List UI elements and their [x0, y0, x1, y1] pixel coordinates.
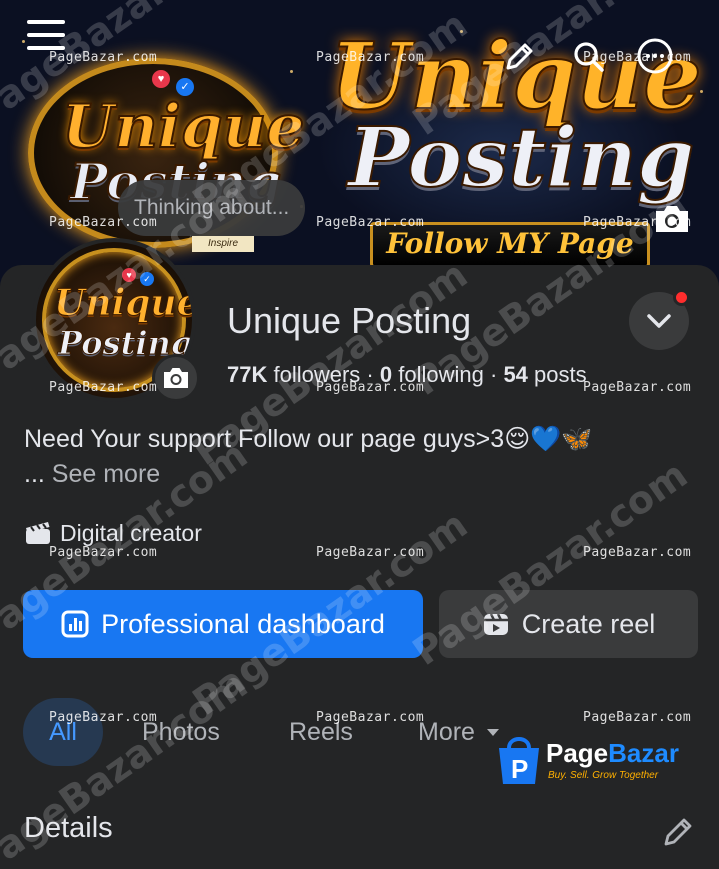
- stats-separator: ·: [489, 362, 498, 387]
- dashboard-icon: [61, 610, 89, 638]
- tab-more[interactable]: More: [418, 698, 500, 766]
- bio-text: Need Your support Follow our page guys>3…: [24, 425, 593, 453]
- svg-text:P: P: [511, 754, 528, 784]
- brand-name-part: Bazar: [608, 738, 679, 768]
- watermark-text: PageBazar.com: [583, 380, 692, 395]
- clapperboard-icon: [26, 522, 50, 544]
- tab-reels[interactable]: Reels: [289, 698, 353, 766]
- watermark-text: PageBazar.com: [583, 215, 692, 230]
- create-reel-label: Create reel: [521, 608, 656, 639]
- see-more-link[interactable]: See more: [52, 460, 160, 488]
- watermark-text: PageBazar.com: [316, 710, 425, 725]
- brand-tagline: Buy. Sell. Grow Together: [548, 770, 659, 781]
- pencil-icon[interactable]: [660, 814, 696, 850]
- watermark-text: PageBazar.com: [49, 380, 158, 395]
- brand-name-part: Page: [546, 738, 609, 768]
- watermark-text: PageBazar.com: [49, 215, 158, 230]
- watermark-text: PageBazar.com: [49, 710, 158, 725]
- tab-more-label: More: [418, 718, 475, 746]
- notification-dot: [673, 289, 690, 306]
- bio-see-more[interactable]: ... See more: [24, 458, 160, 491]
- heart-icon: ♥: [152, 70, 170, 88]
- bio-ellipsis: ...: [24, 460, 45, 488]
- watermark-text: PageBazar.com: [49, 545, 158, 560]
- tab-all[interactable]: All: [23, 698, 103, 766]
- posts-count: 54: [503, 362, 528, 387]
- watermark-text: PageBazar.com: [583, 710, 692, 725]
- watermark-text: PageBazar.com: [316, 380, 425, 395]
- watermark-text: PageBazar.com: [316, 215, 425, 230]
- watermark-text: PageBazar.com: [583, 545, 692, 560]
- watermark-text: PageBazar.com: [583, 50, 692, 65]
- watermark-text: PageBazar.com: [49, 50, 158, 65]
- brand-name: PageBazar: [546, 738, 679, 769]
- cover-art-word: Posting: [347, 109, 695, 207]
- watermark-text: PageBazar.com: [316, 545, 425, 560]
- watermark-text: PageBazar.com: [316, 50, 425, 65]
- posts-label: posts: [534, 362, 587, 387]
- camera-icon[interactable]: [152, 354, 200, 402]
